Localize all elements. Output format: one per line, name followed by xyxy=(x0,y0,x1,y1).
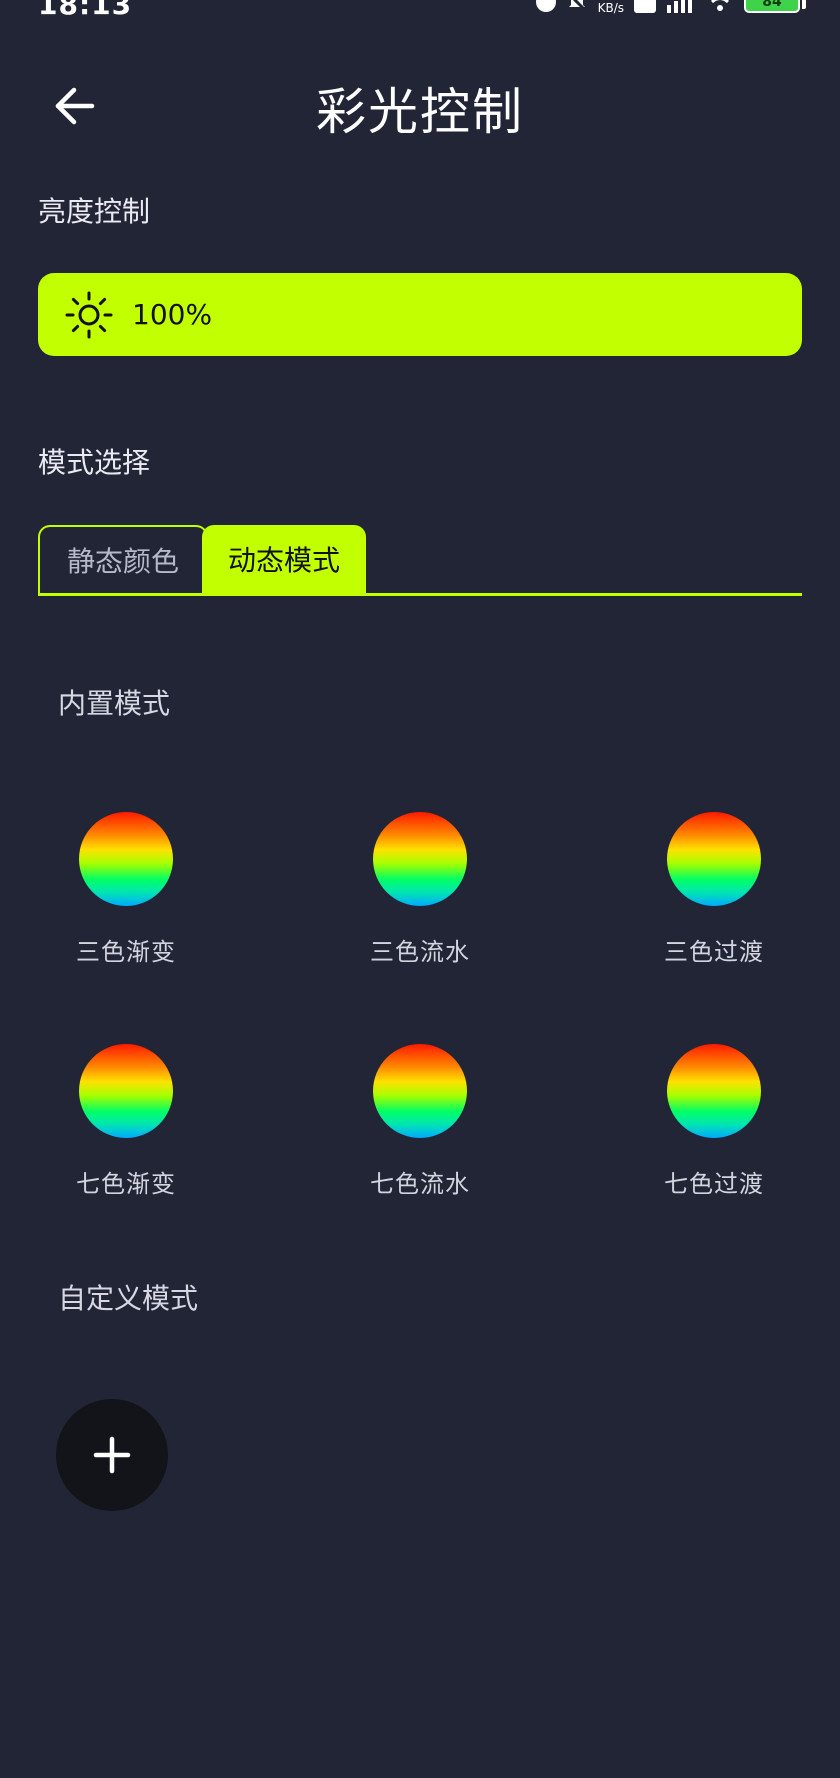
preset-swatch xyxy=(79,812,173,906)
preset-label: 七色过渡 xyxy=(664,1170,764,1198)
preset-label: 三色过渡 xyxy=(664,938,764,966)
preset-swatch xyxy=(373,1044,467,1138)
tab-static-color[interactable]: 静态颜色 xyxy=(38,525,208,593)
status-icons: KB/s 84 xyxy=(535,0,806,15)
preset-seven-color-transition[interactable]: 七色过渡 xyxy=(634,1044,794,1199)
battery-level: 84 xyxy=(762,0,782,10)
brightness-section-label: 亮度控制 xyxy=(38,195,151,228)
preset-label: 三色渐变 xyxy=(76,938,176,966)
preset-three-color-transition[interactable]: 三色过渡 xyxy=(634,812,794,967)
preset-three-color-flow[interactable]: 三色流水 xyxy=(340,812,500,967)
preset-label: 七色流水 xyxy=(370,1170,470,1198)
preset-swatch xyxy=(667,812,761,906)
tab-dynamic-mode[interactable]: 动态模式 xyxy=(202,525,366,593)
mode-tabs: 静态颜色 动态模式 xyxy=(38,525,802,596)
battery-icon: 84 xyxy=(744,0,800,13)
signal-icon xyxy=(667,0,692,13)
preset-swatch xyxy=(373,812,467,906)
mute-bell-icon xyxy=(568,0,587,13)
status-bar: 18:13 KB/s 84 xyxy=(0,0,840,22)
app-notification-icon xyxy=(535,0,556,12)
wifi-icon xyxy=(711,0,729,11)
add-custom-mode-button[interactable] xyxy=(56,1399,168,1511)
page-title: 彩光控制 xyxy=(316,83,524,141)
plus-icon xyxy=(93,1436,131,1474)
preset-swatch xyxy=(667,1044,761,1138)
preset-label: 七色渐变 xyxy=(76,1170,176,1198)
preset-seven-color-flow[interactable]: 七色流水 xyxy=(340,1044,500,1199)
mode-section-label: 模式选择 xyxy=(38,446,151,479)
brightness-slider[interactable]: 100% xyxy=(38,273,802,356)
sun-icon xyxy=(65,291,113,338)
preset-seven-color-gradient[interactable]: 七色渐变 xyxy=(46,1044,206,1199)
custom-section-label: 自定义模式 xyxy=(58,1282,199,1315)
battery-cap xyxy=(802,0,806,9)
brightness-value: 100% xyxy=(132,298,213,331)
hd-icon xyxy=(634,0,656,13)
preset-three-color-gradient[interactable]: 三色渐变 xyxy=(46,812,206,967)
preset-swatch xyxy=(79,1044,173,1138)
status-time: 18:13 xyxy=(38,0,133,21)
network-speed: KB/s xyxy=(597,1,624,15)
preset-label: 三色流水 xyxy=(370,938,470,966)
presets-section-label: 内置模式 xyxy=(58,687,171,720)
